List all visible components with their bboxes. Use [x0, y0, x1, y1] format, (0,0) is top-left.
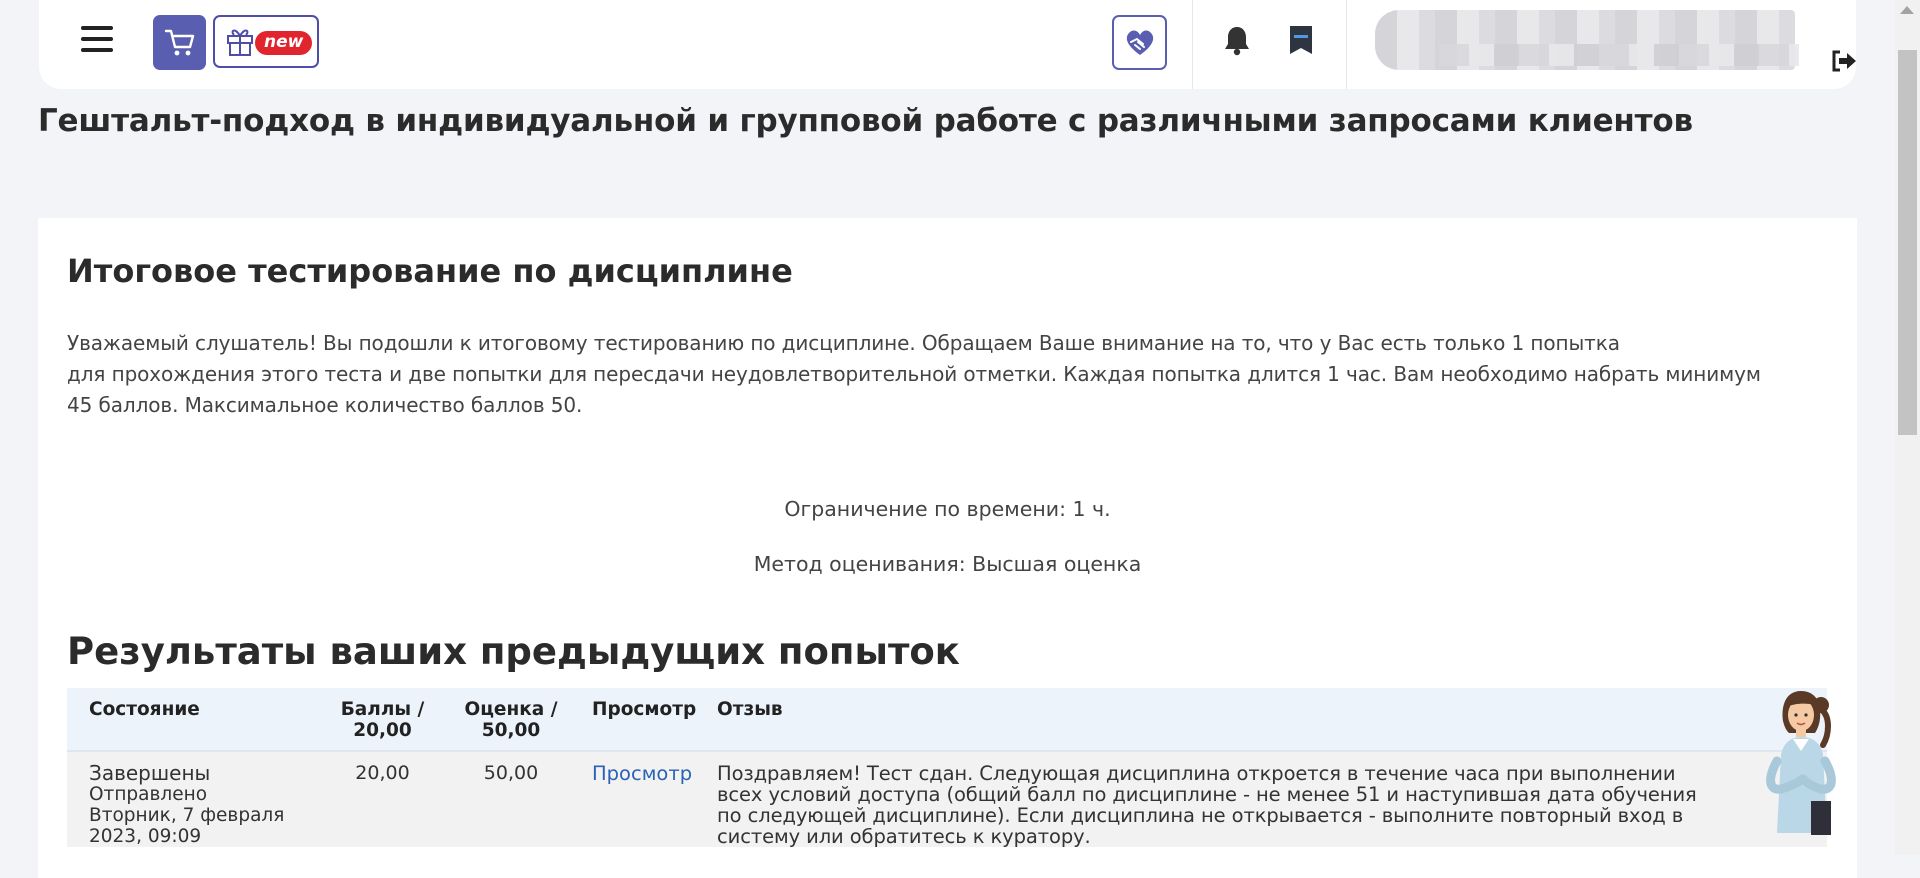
quiz-intro-text: Уважаемый слушатель! Вы подошли к итогов… [67, 328, 1857, 421]
new-offers-button[interactable]: new [213, 15, 319, 68]
results-title: Результаты ваших предыдущих попыток [67, 630, 960, 673]
user-name-blurred [1439, 44, 1799, 66]
attempt-feedback: Поздравляем! Тест сдан. Следующая дисцип… [717, 751, 1827, 847]
header-review: Просмотр [581, 688, 717, 752]
header-grade-max: 50,00 [481, 720, 541, 741]
table-row: Завершены Отправлено Вторник, 7 февраля … [67, 751, 1827, 847]
review-link[interactable]: Просмотр [592, 762, 692, 785]
header-score-max: 20,00 [353, 720, 412, 741]
attempt-state: Завершены [89, 761, 211, 785]
intro-line: 45 баллов. Максимальное количество балло… [67, 393, 583, 417]
assistant-avatar-icon[interactable] [1763, 683, 1855, 835]
header-state: Состояние [67, 688, 324, 752]
scroll-up-arrow-icon[interactable] [1900, 6, 1914, 14]
attempt-date: Вторник, 7 февраля [89, 805, 285, 826]
intro-line: Уважаемый слушатель! Вы подошли к итогов… [67, 331, 1620, 355]
new-badge: new [255, 31, 313, 55]
attempt-date-time: 2023, 09:09 [89, 826, 202, 847]
attempt-state-cell: Завершены Отправлено Вторник, 7 февраля … [67, 751, 324, 847]
header-feedback: Отзыв [717, 688, 1827, 752]
review-cell: Просмотр [581, 751, 717, 847]
time-limit: Ограничение по времени: 1 ч. [784, 497, 1111, 521]
navbar-divider [1192, 0, 1193, 89]
header-score: Баллы / 20,00 [324, 688, 441, 752]
feedback-line: Поздравляем! Тест сдан. Следующая дисцип… [717, 762, 1676, 785]
navbar-divider [1346, 0, 1347, 89]
top-navbar: new [39, 0, 1856, 89]
header-score-line: Баллы / [340, 699, 425, 720]
hamburger-menu-icon[interactable] [81, 26, 113, 56]
page-title: Гештальт-подход в индивидуальной и групп… [38, 103, 1693, 139]
cart-button[interactable] [153, 15, 206, 70]
shopping-cart-icon [164, 29, 194, 55]
header-grade: Оценка / 50,00 [441, 688, 581, 752]
feedback-line: по следующей дисциплине). Если дисциплин… [717, 804, 1684, 827]
feedback-line: всех условий доступа (общий балл по дисц… [717, 783, 1697, 806]
grading-method: Метод оценивания: Высшая оценка [753, 552, 1142, 576]
attempt-grade: 50,00 [441, 751, 581, 847]
partners-button[interactable] [1112, 15, 1167, 70]
header-grade-line: Оценка / [464, 699, 558, 720]
gift-icon [227, 29, 253, 56]
logout-icon[interactable] [1830, 49, 1858, 73]
feedback-line: систему или обратитесь к куратору. [717, 825, 1091, 848]
intro-line: для прохождения этого теста и две попытк… [67, 362, 1761, 386]
attempt-score: 20,00 [324, 751, 441, 847]
table-header-row: Состояние Баллы / 20,00 Оценка / 50,00 П… [67, 688, 1827, 752]
quiz-card: Итоговое тестирование по дисциплине Уваж… [38, 218, 1857, 878]
attempts-table: Состояние Баллы / 20,00 Оценка / 50,00 П… [67, 688, 1827, 847]
handshake-heart-icon [1126, 30, 1153, 55]
message-icon[interactable] [1288, 24, 1314, 58]
scrollbar-thumb[interactable] [1898, 50, 1917, 435]
attempt-submitted: Отправлено [89, 784, 208, 805]
quiz-title: Итоговое тестирование по дисциплине [67, 252, 793, 290]
bell-icon[interactable] [1223, 24, 1251, 56]
